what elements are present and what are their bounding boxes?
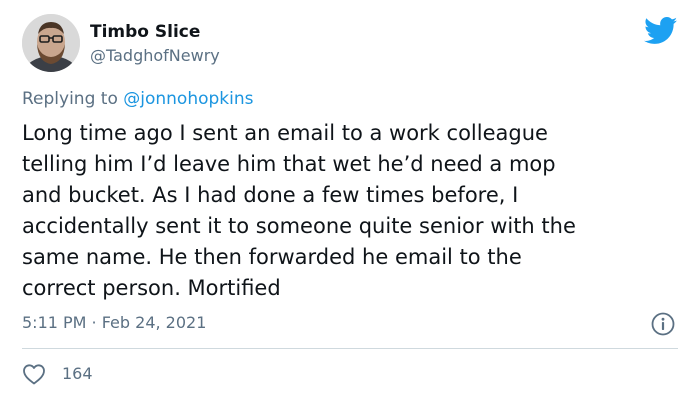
reply-mention-link[interactable]: @jonnohopkins [123,89,253,109]
tweet-text-line: correct person. Mortified [22,276,281,300]
tweet-text-line: and bucket. As I had done a few times be… [22,183,519,207]
tweet-text-line: accidentally sent it to someone quite se… [22,214,576,238]
tweet-text-line: Long time ago I sent an email to a work … [22,121,548,145]
avatar[interactable] [22,14,80,72]
display-name[interactable]: Timbo Slice [90,22,200,42]
info-icon[interactable] [650,311,676,337]
like-count: 164 [62,364,93,383]
tweet-timestamp[interactable]: 5:11 PM · Feb 24, 2021 [22,313,206,333]
reply-context: Replying to @jonnohopkins [22,88,254,110]
heart-icon[interactable] [22,363,46,385]
tweet-text-line: telling him I’d leave him that wet he’d … [22,152,556,176]
tweet-text-line: same name. He then forwarded he email to… [22,245,522,269]
reply-prefix: Replying to [22,89,118,109]
tweet-text: Long time ago I sent an email to a work … [22,118,690,304]
user-handle[interactable]: @TadghofNewry [90,46,220,66]
divider [22,348,678,349]
twitter-bird-icon[interactable] [644,17,678,45]
tweet-card: Timbo Slice @TadghofNewry Replying to @j… [0,0,700,402]
